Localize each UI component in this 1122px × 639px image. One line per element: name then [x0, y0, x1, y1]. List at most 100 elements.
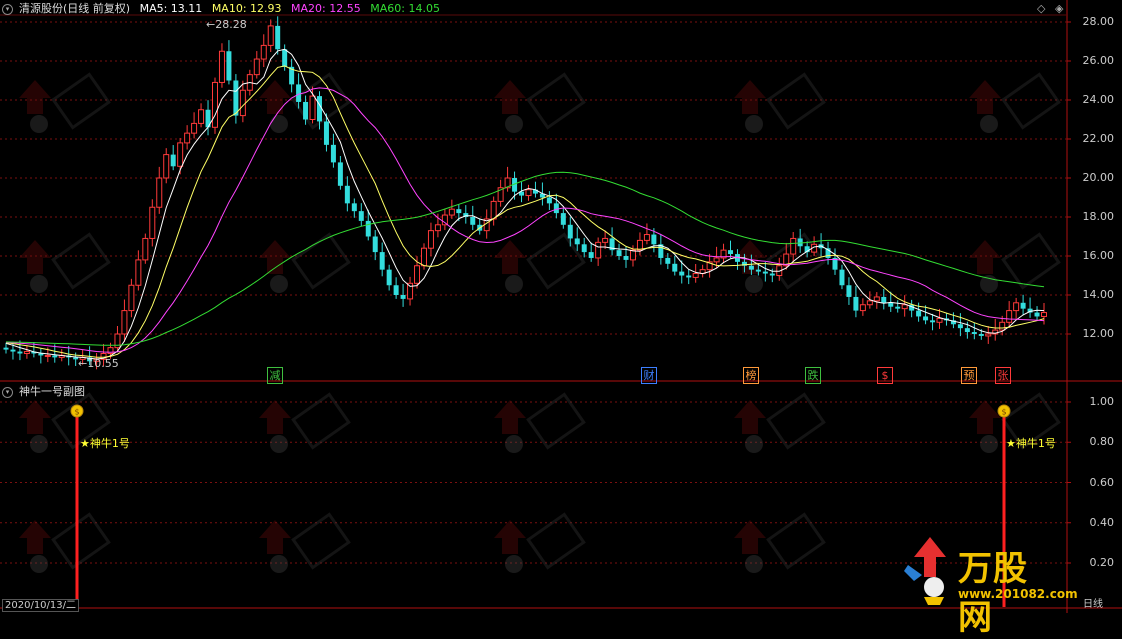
event-marker[interactable]: 跌 [805, 367, 821, 384]
stock-title[interactable]: 清源股份(日线 前复权) [19, 2, 130, 15]
candlestick [1006, 301, 1013, 327]
event-marker[interactable]: 减 [267, 367, 283, 384]
event-marker[interactable]: 榜 [743, 367, 759, 384]
candlestick [156, 166, 163, 214]
candlestick [581, 237, 587, 258]
candlestick [790, 232, 797, 263]
candlestick [692, 263, 699, 283]
candlestick [38, 348, 44, 364]
money-bag-icon: $ [70, 404, 84, 418]
signal-label-1: ★神牛1号 [80, 437, 130, 450]
candlestick [588, 242, 594, 262]
candlestick [128, 278, 135, 318]
candlestick [720, 243, 727, 264]
svg-text:$: $ [1001, 408, 1006, 417]
candlestick [859, 298, 866, 316]
candlestick [386, 264, 392, 291]
candlestick [184, 125, 191, 150]
event-marker[interactable]: 张 [995, 367, 1011, 384]
watermark-icon [969, 232, 1061, 293]
stock-chart-window: $ $ ▾ 清源股份(日线 前复权) MA5: 13.11 MA10: 12.93 … [0, 0, 1122, 638]
candlestick [636, 232, 643, 256]
candlestick [672, 255, 678, 276]
collapse-icon[interactable]: ▾ [2, 3, 13, 15]
candlestick [1027, 297, 1033, 318]
candlestick [839, 264, 845, 290]
price-tick-label: 24.00 [1082, 93, 1115, 106]
brand-url: www.201082.com [958, 587, 1078, 601]
price-grid [0, 0, 1122, 613]
watermark-icon [259, 512, 351, 573]
candlestick [574, 227, 580, 251]
candlestick [289, 58, 295, 93]
candlestick [818, 233, 824, 257]
candlestick [198, 103, 205, 128]
candlestick [407, 276, 414, 306]
candlestick [609, 227, 615, 256]
candlestick [23, 345, 30, 359]
candlestick [546, 191, 552, 210]
candlestick [448, 199, 455, 219]
watermark-icon [734, 392, 826, 453]
watermark-layer [19, 72, 1061, 573]
watermark-icon [259, 392, 351, 453]
watermark-icon [494, 72, 586, 133]
diamond-icon[interactable]: ◇ [1037, 2, 1045, 15]
candlestick [470, 205, 476, 231]
ma10-line [5, 65, 1045, 358]
candlestick [901, 295, 908, 317]
candlestick [400, 283, 406, 307]
candlestick [226, 40, 232, 85]
sub-panel-header: ▾ 神牛一号副图 [0, 384, 91, 400]
sub-collapse-icon[interactable]: ▾ [2, 386, 13, 398]
sub-panel-title[interactable]: 神牛一号副图 [19, 385, 85, 398]
candlestick [909, 299, 915, 318]
candlestick [553, 193, 559, 219]
candlestick [797, 228, 803, 253]
cursor-date: 2020/10/13/二 [2, 599, 80, 612]
sub-tick-label: 0.20 [1089, 556, 1115, 569]
candlestick [930, 313, 936, 331]
brand-logo: 万股网 www.201082.com [900, 535, 1078, 638]
watermark-icon [19, 512, 111, 573]
candlestick [337, 155, 343, 190]
event-marker[interactable]: $ [877, 367, 893, 384]
period-label[interactable]: 日线 [1083, 599, 1103, 610]
low-price-marker: ←10.55 [78, 357, 119, 370]
candlestick [211, 77, 218, 134]
watermark-icon [259, 232, 351, 293]
event-marker[interactable]: 预 [961, 367, 977, 384]
settings-icon[interactable]: ◈ [1055, 2, 1063, 15]
watermark-icon [734, 512, 826, 573]
high-price-value: 28.28 [215, 18, 247, 31]
candlestick [595, 237, 602, 266]
money-bag-icon: $ [997, 404, 1011, 418]
candlestick [163, 148, 170, 184]
candlestick [114, 326, 121, 352]
candlestick [602, 230, 609, 249]
candlestick [191, 112, 198, 139]
candlestick [344, 176, 350, 212]
candlestick [1041, 302, 1047, 325]
watermark-icon [19, 232, 111, 293]
watermark-icon [19, 72, 111, 133]
ma5-label: MA5: 13.11 [139, 2, 203, 15]
candlestick [441, 208, 448, 231]
ma20-label: MA20: 12.55 [291, 2, 361, 15]
candlestick [260, 34, 267, 68]
candlestick [728, 240, 734, 258]
candlestick [881, 288, 887, 310]
chart-header: ▾ 清源股份(日线 前复权) MA5: 13.11 MA10: 12.93 MA2… [0, 1, 446, 17]
watermark-icon [969, 72, 1061, 133]
candlestick [804, 241, 810, 258]
candlestick [351, 198, 357, 218]
price-tick-label: 20.00 [1082, 171, 1115, 184]
candlestick [218, 43, 225, 88]
price-tick-label: 22.00 [1082, 132, 1115, 145]
candlestick [253, 51, 260, 79]
candlestick [490, 196, 497, 226]
event-marker[interactable]: 财 [641, 367, 657, 384]
high-price-marker: ←28.28 [206, 18, 247, 31]
logo-arrow-icon [904, 537, 946, 605]
candlestick [463, 205, 469, 224]
